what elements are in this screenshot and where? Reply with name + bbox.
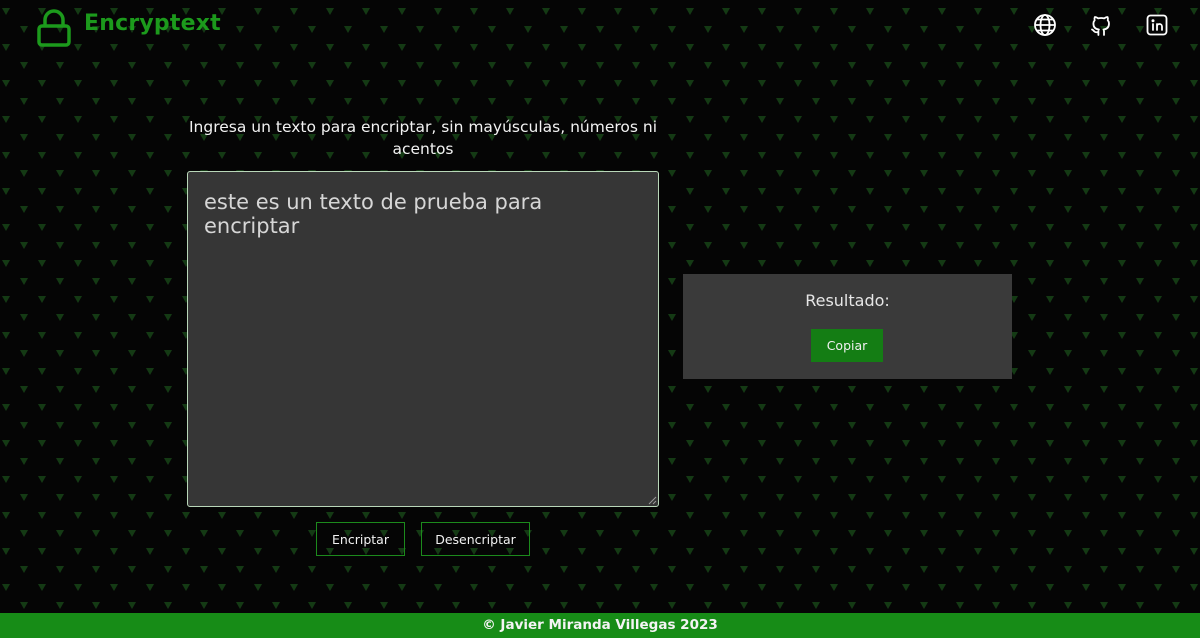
footer: © Javier Miranda Villegas 2023 (0, 613, 1200, 638)
text-input[interactable] (187, 171, 659, 507)
linkedin-icon[interactable] (1144, 12, 1170, 38)
copy-button[interactable]: Copiar (811, 329, 883, 362)
resize-handle-icon[interactable] (648, 496, 657, 505)
app-title: Encryptext (84, 11, 221, 36)
header-links (1032, 12, 1170, 38)
globe-icon[interactable] (1032, 12, 1058, 38)
encrypt-button[interactable]: Encriptar (316, 522, 405, 556)
header: Encryptext (0, 0, 1200, 56)
decrypt-button[interactable]: Desencriptar (421, 522, 530, 556)
github-icon[interactable] (1088, 12, 1114, 38)
instruction-text: Ingresa un texto para encriptar, sin may… (188, 118, 658, 158)
result-title: Resultado: (805, 291, 890, 310)
result-panel: Resultado: Copiar (683, 274, 1012, 379)
lock-icon (36, 9, 72, 47)
